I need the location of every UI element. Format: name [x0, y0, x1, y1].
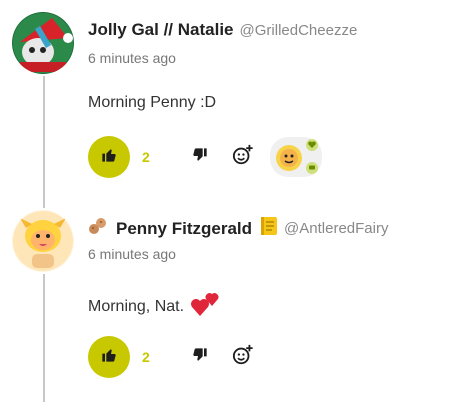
add-reaction-icon	[232, 144, 254, 171]
comment-text: Morning Penny :D	[88, 94, 217, 111]
reaction-pill[interactable]	[270, 137, 322, 177]
timestamp[interactable]: 6 minutes ago	[88, 246, 176, 262]
add-reaction-button[interactable]	[230, 344, 256, 370]
comment-actions: 2	[88, 336, 256, 378]
thumbs-down-icon	[192, 147, 208, 168]
avatar[interactable]	[12, 12, 74, 74]
two-hearts-icon	[190, 290, 220, 323]
display-name[interactable]: Penny Fitzgerald	[116, 219, 252, 239]
user-handle[interactable]: @GrilledCheezze	[240, 22, 358, 39]
like-count: 2	[142, 149, 150, 165]
dislike-button[interactable]	[188, 145, 212, 169]
like-button[interactable]	[88, 336, 130, 378]
notebook-badge-icon	[260, 216, 278, 241]
dislike-button[interactable]	[188, 345, 212, 369]
like-button[interactable]	[88, 136, 130, 178]
add-reaction-button[interactable]	[230, 144, 256, 170]
thumbs-up-icon	[101, 347, 117, 368]
heart-badge-icon	[306, 138, 318, 156]
avatar[interactable]	[12, 210, 74, 272]
user-handle[interactable]: @AntleredFairy	[284, 220, 388, 237]
timestamp[interactable]: 6 minutes ago	[88, 50, 176, 66]
comment-text: Morning, Nat.	[88, 297, 185, 315]
sticker-reaction-icon	[274, 143, 304, 178]
chat-badge-icon	[306, 161, 318, 179]
peanut-icon	[88, 217, 108, 240]
display-name[interactable]: Jolly Gal // Natalie	[88, 20, 234, 40]
thumbs-up-icon	[101, 147, 117, 168]
thumbs-down-icon	[192, 347, 208, 368]
like-count: 2	[142, 349, 150, 365]
comment-actions: 2	[88, 136, 322, 178]
add-reaction-icon	[232, 344, 254, 371]
